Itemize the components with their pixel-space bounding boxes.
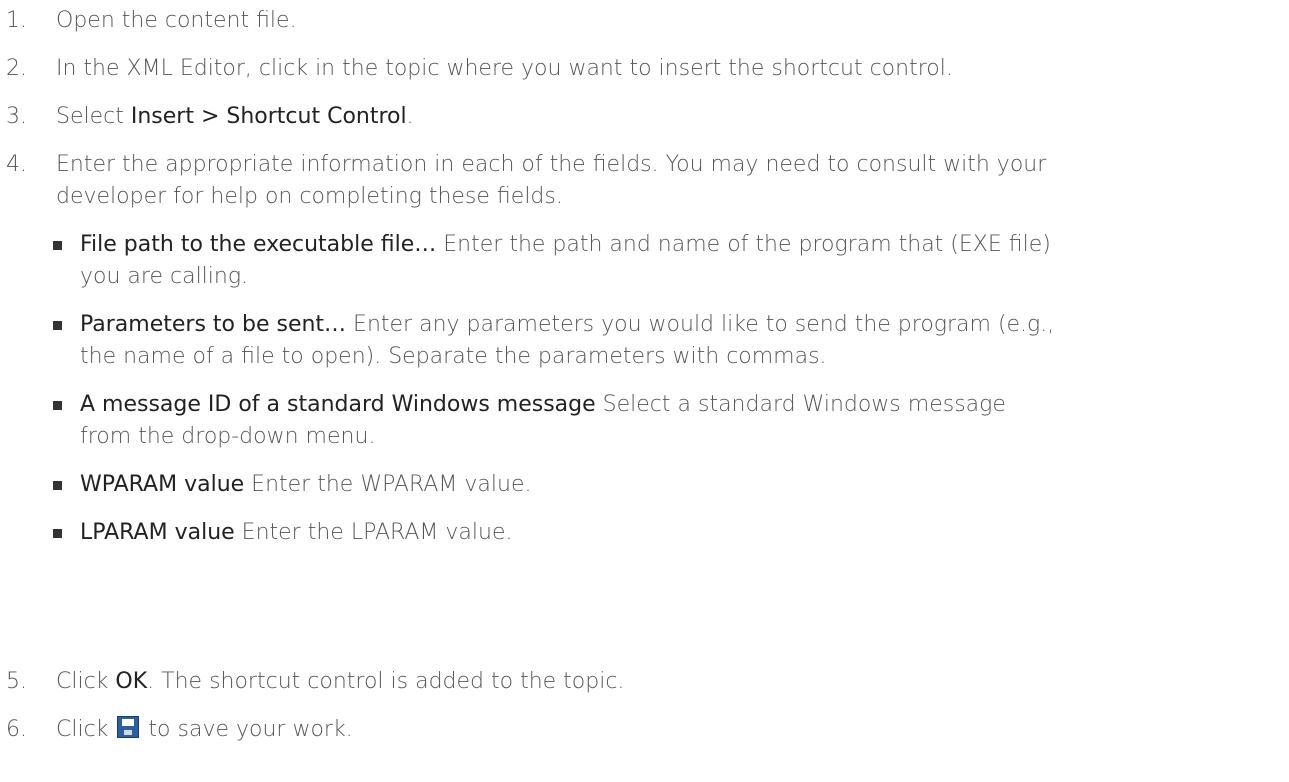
step-text-pre: Click (56, 717, 116, 742)
bullet-icon (53, 321, 62, 330)
field-description-line-2: from the drop-down menu. (80, 424, 376, 449)
field-name: Parameters to be sent… (80, 312, 347, 337)
step-number: 4. (6, 152, 27, 177)
bullet-icon (53, 241, 62, 250)
step-3: 3. Select Insert > Shortcut Control. (0, 101, 1256, 133)
field-wparam: WPARAM value Enter the WPARAM value. (0, 469, 1210, 501)
field-description-line-2: you are calling. (80, 264, 249, 289)
step-text: Open the content file. (56, 8, 297, 33)
step-text-post: . The shortcut control is added to the t… (147, 669, 625, 694)
step-text: In the XML Editor, click in the topic wh… (56, 56, 953, 81)
field-name: File path to the executable file… (80, 232, 437, 257)
step-number: 3. (6, 104, 27, 129)
step-number: 5. (6, 669, 27, 694)
step-text-pre: Click (56, 669, 116, 694)
field-message-id: A message ID of a standard Windows messa… (0, 389, 1210, 453)
step-6: 6. Click to save your work. (0, 714, 1256, 746)
step-number: 6. (6, 717, 27, 742)
step-text-post: to save your work. (141, 717, 353, 742)
step-text-pre: Select (56, 104, 131, 129)
field-file-path: File path to the executable file… Enter … (0, 229, 1210, 293)
bullet-icon (53, 481, 62, 490)
field-description: Enter the WPARAM value. (244, 472, 532, 497)
step-1: 1. Open the content file. (0, 5, 1256, 37)
step-text-post: . (406, 104, 414, 129)
bullet-icon (53, 401, 62, 410)
step-text-line-1: Enter the appropriate information in eac… (56, 152, 1047, 177)
field-description-line-2: the name of a file to open). Separate th… (80, 344, 827, 369)
step-number: 1. (6, 8, 27, 33)
field-name: A message ID of a standard Windows messa… (80, 392, 596, 417)
step-2: 2. In the XML Editor, click in the topic… (0, 53, 1256, 85)
field-description-line-1: Select a standard Windows message (595, 392, 1006, 417)
bullet-icon (53, 529, 62, 538)
step-4: 4. Enter the appropriate information in … (0, 149, 1256, 213)
field-description-line-1: Enter the path and name of the program t… (436, 232, 1051, 257)
menu-path: Insert > Shortcut Control (130, 104, 407, 129)
field-name: WPARAM value (80, 472, 245, 497)
field-description: Enter the LPARAM value. (234, 520, 513, 545)
step-text-line-2: developer for help on completing these f… (56, 184, 563, 209)
save-icon (117, 716, 140, 738)
ok-label: OK (115, 669, 148, 694)
field-parameters: Parameters to be sent… Enter any paramet… (0, 309, 1210, 373)
field-description-line-1: Enter any parameters you would like to s… (346, 312, 1055, 337)
field-lparam: LPARAM value Enter the LPARAM value. (0, 517, 1210, 549)
step-number: 2. (6, 56, 27, 81)
field-name: LPARAM value (80, 520, 235, 545)
step-5: 5. Click OK. The shortcut control is add… (0, 666, 1256, 698)
